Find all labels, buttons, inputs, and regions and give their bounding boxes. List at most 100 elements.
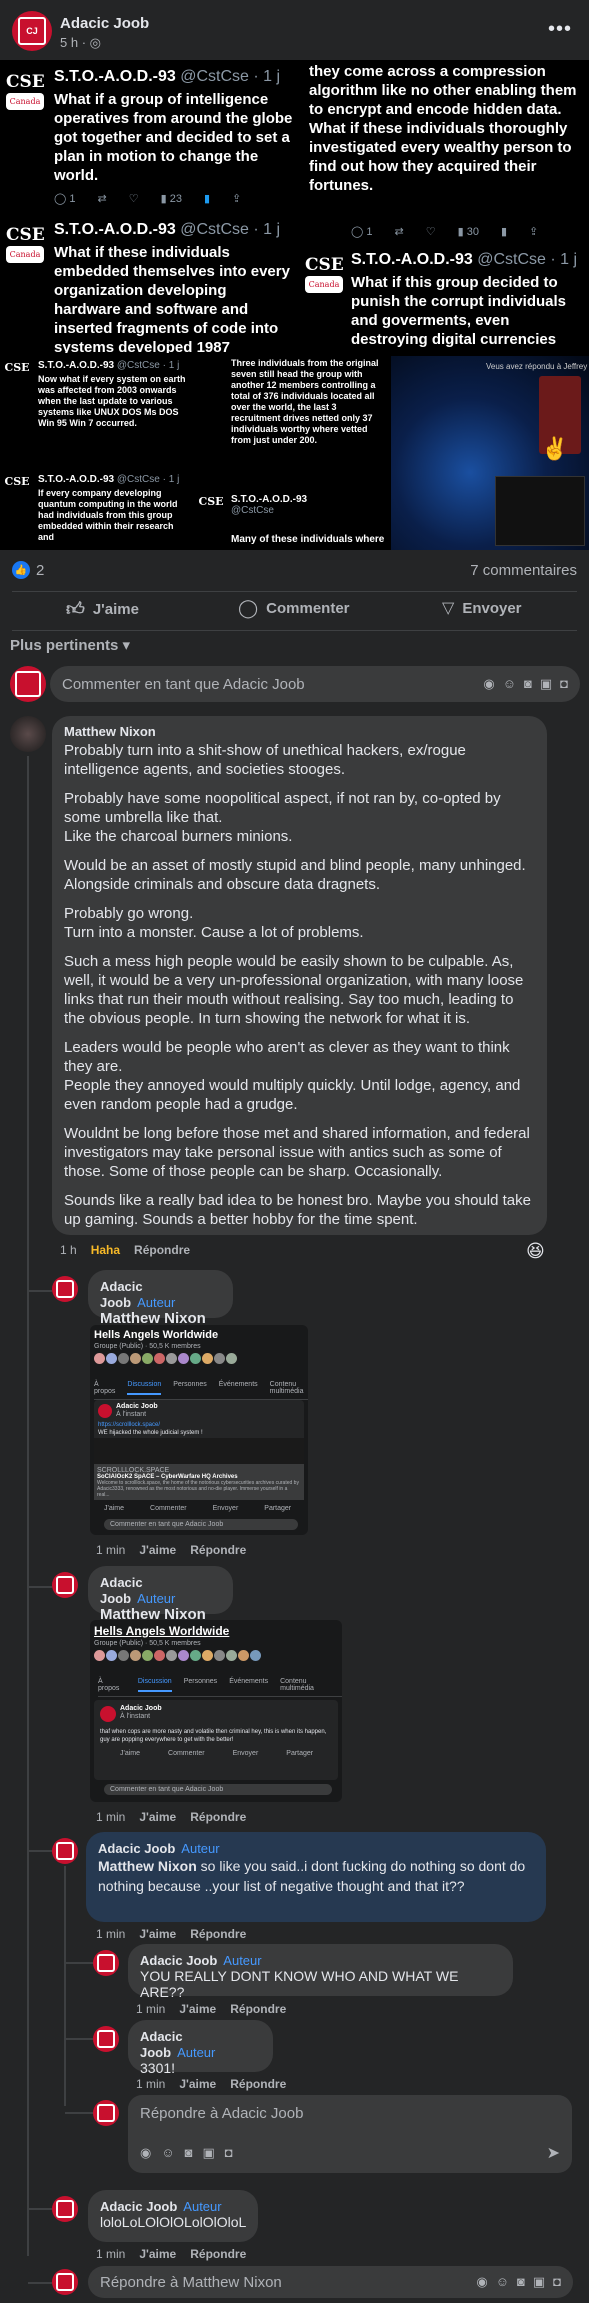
group-tab: À propos <box>94 1381 116 1395</box>
reply-text: YOU REALLY DONT KNOW WHO AND WHAT WE ARE… <box>140 1968 459 2000</box>
tweet-card[interactable]: Three individuals from the original seve… <box>193 356 388 550</box>
attached-screenshot[interactable]: Hells Angels Worldwide Groupe (Public) ·… <box>90 1325 308 1535</box>
input-icons: ◉ ☺ ◙ ▣ ◘ <box>483 676 568 692</box>
peace-hand-emoji: ✌️ <box>541 436 569 461</box>
commenter-avatar[interactable] <box>10 716 46 752</box>
heart-icon: ♡ <box>425 226 436 238</box>
like-link[interactable]: J'aime <box>179 2077 216 2091</box>
reply-input[interactable]: Répondre à Adacic Joob ◉ ☺ ◙ ▣ ◘ ➤ <box>128 2095 572 2173</box>
comment-input[interactable]: Commenter en tant que Adacic Joob ◉ ☺ ◙ ▣ ◘ <box>50 666 580 702</box>
tweet-header: S.T.O.-A.O.D.-93 @CstCse <box>231 494 308 516</box>
member-avatars <box>94 1650 261 1661</box>
reply-bubble: Adacic Joob Auteur YOU REALLY DONT KNOW W… <box>128 1944 513 2000</box>
like-link[interactable]: J'aime <box>139 1543 176 1557</box>
group-tab: Contenu multimédia <box>269 1381 304 1395</box>
tweet-card[interactable]: CSE Canada S.T.O.-A.O.D.-93 @CstCse · 1 j… <box>0 60 298 210</box>
like-link[interactable]: J'aime <box>139 1810 176 1824</box>
like-button[interactable]: 👍︎ J'aime <box>66 598 139 620</box>
tweet-header: S.T.O.-A.O.D.-93 @CstCse · 1 j <box>38 474 180 485</box>
tweet-card[interactable]: they come across a compression algorithm… <box>301 60 589 240</box>
tweet-text: they come across a compression algorithm… <box>309 63 577 194</box>
more-horizontal-icon[interactable]: ••• <box>548 18 572 41</box>
reply-link[interactable]: Répondre <box>190 2247 246 2261</box>
reply-avatar[interactable] <box>93 1950 119 1976</box>
reply-meta: 1 min J'aime Répondre <box>96 1927 247 1941</box>
comment-paragraph: Probably turn into a shit-show of unethi… <box>64 742 466 778</box>
user-avatar[interactable] <box>10 666 46 702</box>
views-icon: ▮ 30 <box>457 226 479 238</box>
globe-icon: ◎ <box>89 35 101 50</box>
reply-link[interactable]: Répondre <box>230 2077 286 2091</box>
reply-avatar[interactable] <box>52 1838 78 1864</box>
send-icon[interactable]: ➤ <box>547 2143 560 2163</box>
group-tab: Événements <box>229 1678 269 1685</box>
avatar-sticker-icon: ◉ <box>476 2274 488 2289</box>
tweet-card[interactable]: CSE Canada S.T.O.-A.O.D.-93 @CstCse · 1 j… <box>0 213 298 353</box>
heart-icon: ♡ <box>128 193 139 205</box>
sticker-icon: ◘ <box>553 2274 561 2289</box>
send-icon: ▽ <box>442 600 455 617</box>
reply-meta: 1 min J'aime Répondre <box>96 1810 247 1824</box>
reply-button[interactable]: Répondre <box>134 1243 190 1257</box>
page-name[interactable]: Adacic Joob <box>60 15 149 32</box>
like-link[interactable]: J'aime <box>139 1927 176 1941</box>
reply-bubble: Adacic Joob Auteur loloLoLOlOlOLolOlOloL <box>88 2190 258 2242</box>
tweet-text: Many of these individuals where <box>231 534 385 545</box>
reply-avatar[interactable] <box>52 2196 78 2222</box>
reaction-count[interactable]: 2 <box>36 562 44 579</box>
group-tab: Discussion <box>137 1678 172 1692</box>
group-tab: Événements <box>218 1381 258 1388</box>
comment-author[interactable]: Matthew Nixon <box>64 724 535 739</box>
comment-paragraph: Wouldnt be long before those met and sha… <box>64 1125 530 1180</box>
reply-input[interactable]: Répondre à Matthew Nixon ◉ ☺ ◙ ▣ ◘ <box>88 2266 573 2298</box>
like-reaction-icon[interactable]: 👍 <box>12 561 30 579</box>
mention-link[interactable]: Matthew Nixon <box>98 1858 197 1874</box>
tweet-card[interactable]: CSE S.T.O.-A.O.D.-93 @CstCse · 1 j If ev… <box>0 470 190 550</box>
comment-paragraph: Leaders would be people who aren't as cl… <box>64 1039 521 1113</box>
user-avatar[interactable] <box>52 2269 78 2295</box>
sort-comments-dropdown[interactable]: Plus pertinents ▾ <box>10 636 130 654</box>
haha-button[interactable]: Haha <box>91 1243 120 1257</box>
tweet-text: What if a group of intelligence operativ… <box>54 91 293 184</box>
reply-link[interactable]: Répondre <box>190 1810 246 1824</box>
reply-avatar[interactable] <box>52 1572 78 1598</box>
tweet-header: S.T.O.-A.O.D.-93 @CstCse · 1 j <box>351 251 578 268</box>
comment-count[interactable]: 7 commentaires <box>470 562 577 579</box>
reply-meta: 1 min J'aime Répondre <box>136 2002 287 2016</box>
comment-button[interactable]: ◯ Commenter <box>238 598 350 619</box>
attached-screenshot[interactable]: Hells Angels Worldwide Groupe (Public) ·… <box>90 1620 342 1802</box>
reply-text: 3301! <box>140 2060 176 2076</box>
laughing-emoji[interactable]: 😆 <box>526 1241 545 1262</box>
reply-bubble: Adacic Joob Auteur 3301! <box>128 2020 273 2076</box>
tweet-header: S.T.O.-A.O.D.-93 @CstCse · 1 j <box>38 360 180 371</box>
tweet-card[interactable]: CSE S.T.O.-A.O.D.-93 @CstCse · 1 j Now w… <box>0 356 190 468</box>
reply-link[interactable]: Répondre <box>190 1543 246 1557</box>
like-link[interactable]: J'aime <box>139 2247 176 2261</box>
group-tab: À propos <box>98 1678 120 1692</box>
like-link[interactable]: J'aime <box>179 2002 216 2016</box>
comment-paragraph: Sounds like a really bad idea to be hone… <box>64 1192 531 1228</box>
gif-icon: ▣ <box>202 2145 215 2160</box>
reply-meta: 1 min J'aime Répondre <box>136 2077 287 2091</box>
input-icons: ◉ ☺ ◙ ▣ ◘ <box>140 2145 233 2161</box>
cse-logo: CSE <box>198 495 224 508</box>
page-avatar[interactable]: CJ <box>12 11 52 51</box>
emoji-icon: ☺ <box>161 2145 175 2160</box>
share-icon: ⇪ <box>232 193 242 205</box>
post-photo[interactable]: Veus avez répondu à Jeffrey ✌️ <box>391 356 589 550</box>
reply-link[interactable]: Répondre <box>230 2002 286 2016</box>
comment-paragraph: Probably go wrong. Turn into a monster. … <box>64 905 364 941</box>
post-time[interactable]: 5 h · ◎ <box>60 35 101 51</box>
member-avatars <box>94 1353 237 1364</box>
group-tab: Personnes <box>173 1381 207 1388</box>
group-tab: Contenu multimédia <box>280 1678 314 1692</box>
user-avatar[interactable] <box>93 2100 119 2126</box>
reply-link[interactable]: Répondre <box>190 1927 246 1941</box>
tweet-card[interactable]: CSE Canada S.T.O.-A.O.D.-93 @CstCse · 1 j… <box>301 243 589 353</box>
send-button[interactable]: ▽ Envoyer <box>442 598 522 618</box>
tweet-text: What if this group decided to punish the… <box>351 274 567 348</box>
reply-avatar[interactable] <box>52 1276 78 1302</box>
reply-bubble: Adacic Joob Auteur Matthew Nixon <box>88 1270 233 1327</box>
reply-avatar[interactable] <box>93 2026 119 2052</box>
reply-bubble-highlighted: Adacic Joob Auteur Matthew Nixon so like … <box>86 1832 546 1922</box>
